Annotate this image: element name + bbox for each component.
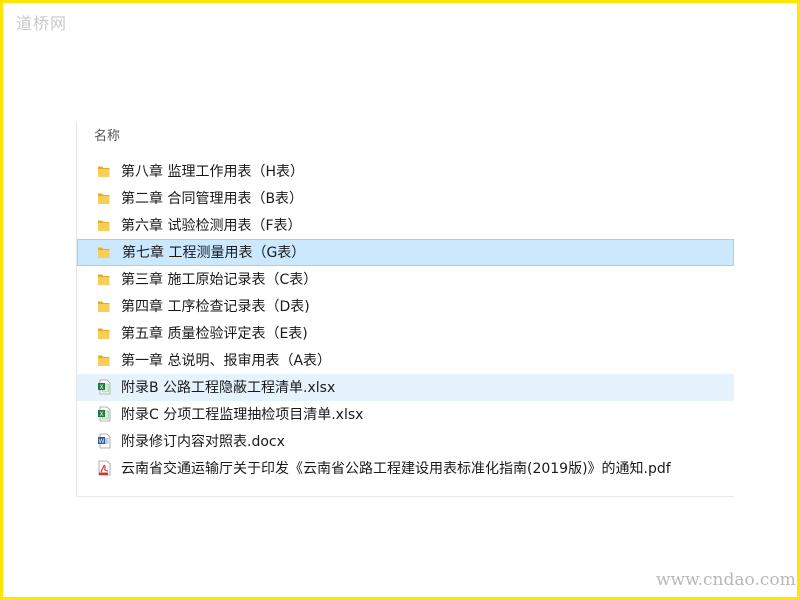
folder-icon xyxy=(97,217,111,233)
watermark-url: www.cndao.com xyxy=(656,570,796,590)
file-row[interactable]: X 附录B 公路工程隐蔽工程清单.xlsx xyxy=(77,374,734,401)
svg-text:X: X xyxy=(99,411,103,418)
folder-row[interactable]: 第八章 监理工作用表（H表） xyxy=(77,158,734,185)
folder-row[interactable]: 第三章 施工原始记录表（C表） xyxy=(77,266,734,293)
item-name-label: 第四章 工序检查记录表（D表) xyxy=(121,299,310,315)
item-name-label: 第一章 总说明、报审用表（A表） xyxy=(121,353,332,369)
file-row[interactable]: W 附录修订内容对照表.docx xyxy=(77,428,734,455)
folder-row[interactable]: 第二章 合同管理用表（B表） xyxy=(77,185,734,212)
file-list: 第八章 监理工作用表（H表） 第二章 合同管理用表（B表） 第六章 试验检测用表（F… xyxy=(77,158,734,482)
file-list-pane: 名称 第八章 监理工作用表（H表） 第二章 合同管理用表（B表） 第六章 试验检测用… xyxy=(76,122,734,497)
pane-bottom-divider xyxy=(77,496,734,497)
folder-row[interactable]: 第七章 工程测量用表（G表） xyxy=(77,239,734,266)
item-name-label: 第五章 质量检验评定表（E表) xyxy=(121,326,308,342)
excel-file-icon: X xyxy=(97,379,111,395)
folder-icon xyxy=(97,352,111,368)
pdf-file-icon xyxy=(97,460,111,476)
folder-row[interactable]: 第五章 质量检验评定表（E表) xyxy=(77,320,734,347)
file-row[interactable]: X 附录C 分项工程监理抽检项目清单.xlsx xyxy=(77,401,734,428)
folder-icon xyxy=(97,244,111,260)
folder-row[interactable]: 第四章 工序检查记录表（D表) xyxy=(77,293,734,320)
folder-icon xyxy=(97,325,111,341)
file-row[interactable]: 云南省交通运输厅关于印发《云南省公路工程建设用表标准化指南(2019版)》的通知… xyxy=(77,455,734,482)
item-name-label: 第七章 工程测量用表（G表） xyxy=(122,245,306,261)
item-name-label: 第二章 合同管理用表（B表） xyxy=(121,191,304,207)
watermark-site-logo: 道桥网 xyxy=(16,14,68,33)
svg-text:W: W xyxy=(99,438,105,445)
item-name-label: 附录B 公路工程隐蔽工程清单.xlsx xyxy=(121,380,336,396)
folder-row[interactable]: 第一章 总说明、报审用表（A表） xyxy=(77,347,734,374)
excel-file-icon: X xyxy=(97,406,111,422)
folder-icon xyxy=(97,163,111,179)
item-name-label: 第三章 施工原始记录表（C表） xyxy=(121,272,318,288)
word-file-icon: W xyxy=(97,433,111,449)
folder-row[interactable]: 第六章 试验检测用表（F表） xyxy=(77,212,734,239)
item-name-label: 附录C 分项工程监理抽检项目清单.xlsx xyxy=(121,407,364,423)
item-name-label: 云南省交通运输厅关于印发《云南省公路工程建设用表标准化指南(2019版)》的通知… xyxy=(121,461,671,477)
item-name-label: 第八章 监理工作用表（H表） xyxy=(121,164,304,180)
folder-icon xyxy=(97,271,111,287)
svg-text:X: X xyxy=(99,384,103,391)
folder-icon xyxy=(97,190,111,206)
folder-icon xyxy=(97,298,111,314)
item-name-label: 附录修订内容对照表.docx xyxy=(121,434,285,450)
column-header-name[interactable]: 名称 xyxy=(94,125,120,144)
item-name-label: 第六章 试验检测用表（F表） xyxy=(121,218,302,234)
